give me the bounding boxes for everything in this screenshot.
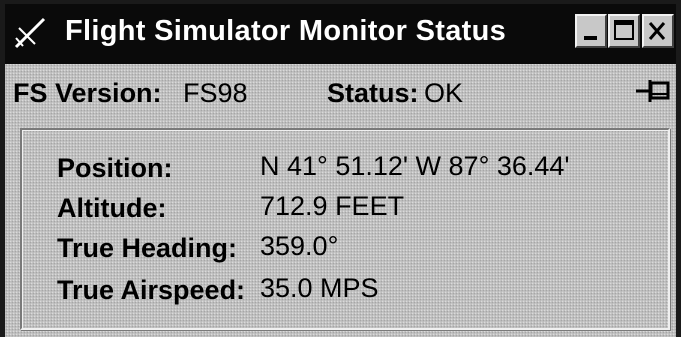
minimize-icon [584,36,597,40]
position-value: N 41° 51.12' W 87° 36.44' [260,151,570,181]
maximize-button[interactable] [608,14,640,48]
fs-version-value: FS98 [183,78,248,108]
minimize-button[interactable] [575,14,607,48]
status-label: Status: [327,78,419,108]
altitude-value: 712.9 FEET [260,191,405,221]
position-label: Position: [57,153,173,183]
pin-icon[interactable] [633,74,673,108]
true-airspeed-label: True Airspeed: [57,275,246,305]
close-button[interactable] [642,14,674,48]
true-heading-value: 359.0° [260,231,339,261]
true-heading-label: True Heading: [57,233,238,263]
title-bar[interactable]: Flight Simulator Monitor Status [5,4,676,64]
airplane-icon[interactable] [13,16,47,50]
monitor-status-window: Flight Simulator Monitor Status FS Versi… [0,0,681,337]
altitude-label: Altitude: [57,193,167,223]
close-icon [648,22,666,40]
window-title: Flight Simulator Monitor Status [65,15,507,47]
status-value: OK [424,78,464,108]
fs-version-label: FS Version: [13,78,162,108]
true-airspeed-value: 35.0 MPS [260,273,379,303]
maximize-icon [614,20,634,40]
status-details-group: Position: N 41° 51.12' W 87° 36.44' Alti… [20,128,670,330]
